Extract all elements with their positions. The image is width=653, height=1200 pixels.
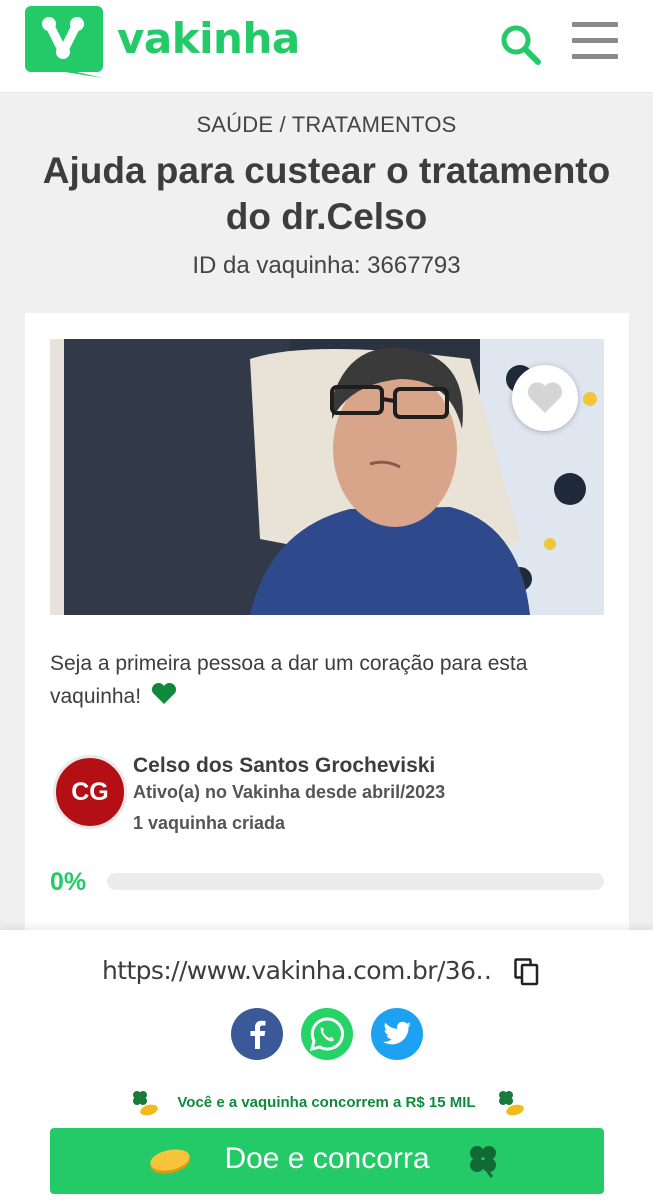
heart-cta-label: Seja a primeira pessoa a dar um coração … bbox=[50, 652, 528, 708]
twitter-icon bbox=[382, 1021, 411, 1045]
campaign-photo bbox=[50, 339, 604, 615]
avatar[interactable]: CG bbox=[53, 755, 127, 829]
clover-icon bbox=[470, 1146, 496, 1178]
promo-text: Você e a vaquinha concorrem a R$ 15 MIL bbox=[177, 1094, 476, 1111]
search-icon[interactable] bbox=[498, 22, 542, 66]
logo-wordmark[interactable]: vakinha bbox=[117, 14, 300, 63]
vakinha-logo-icon[interactable] bbox=[25, 6, 103, 78]
owner-campaign-count: 1 vaquinha criada bbox=[133, 813, 286, 833]
heart-cta-text: Seja a primeira pessoa a dar um coração … bbox=[50, 647, 590, 713]
page-title: Ajuda para custear o tratamento do dr.Ce… bbox=[42, 150, 611, 237]
hamburger-menu-icon[interactable] bbox=[572, 22, 618, 62]
owner-name[interactable]: Celso dos Santos Grocheviski bbox=[133, 754, 435, 778]
green-heart-icon bbox=[151, 683, 176, 704]
favorite-heart-button[interactable] bbox=[512, 365, 578, 431]
whatsapp-share-button[interactable] bbox=[301, 1008, 353, 1060]
facebook-share-button[interactable] bbox=[231, 1008, 283, 1060]
clover-coin-icon bbox=[499, 1091, 524, 1116]
campaign-category[interactable]: SAÚDE / TRATAMENTOS bbox=[0, 112, 653, 138]
whatsapp-icon bbox=[309, 1017, 344, 1052]
donate-button-label: Doe e concorra bbox=[224, 1142, 430, 1175]
twitter-share-button[interactable] bbox=[371, 1008, 423, 1060]
campaign-id: ID da vaquinha: 3667793 bbox=[192, 252, 461, 279]
app-header: vakinha bbox=[0, 0, 653, 93]
campaign-card: Seja a primeira pessoa a dar um coração … bbox=[25, 313, 629, 953]
progress-bar bbox=[107, 873, 604, 890]
owner-since: Ativo(a) no Vakinha desde abril/2023 bbox=[133, 782, 446, 802]
share-donate-panel: https://www.vakinha.com.br/36… Você e a … bbox=[0, 930, 653, 1200]
copy-icon[interactable] bbox=[514, 958, 540, 986]
heart-icon bbox=[527, 382, 563, 413]
share-url[interactable]: https://www.vakinha.com.br/36… bbox=[102, 956, 494, 985]
donate-button[interactable]: Doe e concorra bbox=[50, 1128, 604, 1194]
facebook-icon bbox=[250, 1020, 266, 1049]
progress-percent: 0% bbox=[50, 868, 87, 896]
